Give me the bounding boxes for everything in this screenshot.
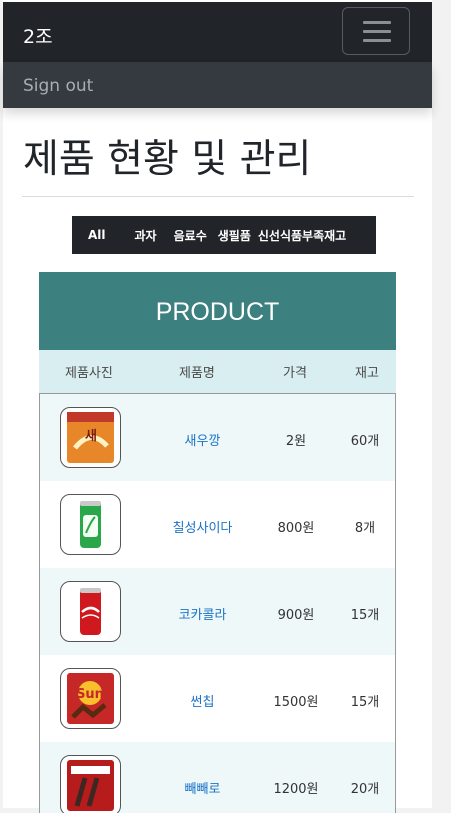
sun-chips-package-icon: Sun (67, 673, 114, 724)
category-necessities[interactable]: 생필품 (218, 227, 251, 244)
category-low-stock[interactable]: 부족재고 (302, 227, 346, 244)
table-row: 코카콜라 900원 15개 (40, 568, 395, 655)
column-price: 가격 (283, 366, 307, 381)
nav-dropdown: Sign out (3, 62, 432, 108)
pepero-box-icon (67, 760, 114, 811)
navbar: 2조 (3, 2, 432, 62)
column-stock: 재고 (355, 366, 379, 381)
product-name-link[interactable]: 썬칩 (145, 691, 260, 710)
table-row: 새 새우깡 2원 60개 (40, 394, 395, 481)
divider (22, 196, 414, 197)
category-bar: All 과자 음료수 생필품 신선식품 부족재고 (72, 216, 376, 254)
product-name-link[interactable]: 코카콜라 (145, 604, 260, 623)
category-drink[interactable]: 음료수 (174, 227, 207, 244)
signout-link[interactable]: Sign out (23, 76, 93, 96)
brand-link[interactable]: 2조 (23, 22, 53, 49)
product-image (60, 755, 121, 813)
svg-text:Sun: Sun (76, 687, 104, 702)
product-name-link[interactable]: 칠성사이다 (145, 517, 260, 536)
green-soda-can-icon (80, 501, 101, 548)
category-fresh-food[interactable]: 신선식품 (258, 227, 302, 244)
product-name-link[interactable]: 새우깡 (145, 430, 260, 449)
product-stock: 15개 (350, 608, 380, 623)
svg-text:새: 새 (85, 428, 97, 444)
product-price: 1200원 (273, 782, 319, 797)
product-title: PRODUCT (155, 298, 280, 326)
product-stock: 60개 (350, 434, 380, 449)
product-header: PRODUCT (39, 272, 396, 350)
product-stock: 20개 (350, 782, 380, 797)
product-name-link[interactable]: 빼빼로 (145, 778, 260, 797)
category-all[interactable]: All (88, 228, 106, 242)
product-image: Sun (60, 668, 121, 729)
product-price: 2원 (285, 434, 307, 449)
product-image: 새 (60, 407, 121, 468)
product-image (60, 581, 121, 642)
product-stock: 8개 (354, 521, 376, 536)
page-title: 제품 현황 및 관리 (23, 137, 312, 182)
table-header: 제품사진 제품명 가격 재고 (39, 350, 396, 393)
category-snack[interactable]: 과자 (135, 227, 157, 244)
table-row: Sun 썬칩 1500원 15개 (40, 655, 395, 742)
product-price: 900원 (277, 608, 315, 623)
product-price: 1500원 (273, 695, 319, 710)
product-table: 새 새우깡 2원 60개 칠성사이다 800원 8개 코카콜라 900원 15개… (39, 393, 396, 813)
table-row: 빼빼로 1200원 20개 (40, 742, 395, 813)
product-stock: 15개 (350, 695, 380, 710)
product-image (60, 494, 121, 555)
page: 2조 Sign out 제품 현황 및 관리 All 과자 음료수 생필품 신선… (3, 0, 432, 813)
red-cola-can-icon (80, 588, 101, 635)
menu-toggle-button[interactable] (342, 7, 410, 55)
column-name: 제품명 (179, 366, 215, 381)
product-price: 800원 (277, 521, 315, 536)
shrimp-snack-package-icon: 새 (67, 412, 114, 463)
column-image: 제품사진 (65, 366, 113, 381)
table-row: 칠성사이다 800원 8개 (40, 481, 395, 568)
